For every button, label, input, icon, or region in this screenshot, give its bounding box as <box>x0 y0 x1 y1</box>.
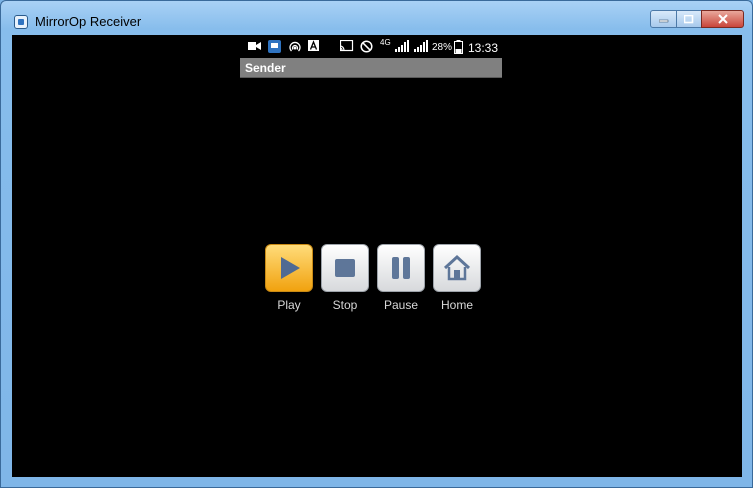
cast-icon <box>340 40 354 52</box>
play-icon <box>281 257 300 279</box>
network-type-label: 4G <box>380 38 391 47</box>
pause-label: Pause <box>383 298 419 312</box>
maximize-icon <box>684 14 694 23</box>
title-bar[interactable]: MirrorOp Receiver <box>1 1 752 35</box>
minimize-button[interactable] <box>650 10 677 28</box>
phone-status-bar: 4G 28% 13:33 <box>240 37 502 57</box>
hotspot-icon <box>289 41 301 52</box>
stop-button[interactable] <box>321 244 369 292</box>
app-window: MirrorOp Receiver 4G 28% 13:33 Sender Pl… <box>0 0 753 488</box>
maximize-button[interactable] <box>676 10 702 28</box>
battery-icon <box>454 40 463 54</box>
battery-percentage: 28% <box>432 42 453 53</box>
minimize-icon <box>658 19 668 23</box>
mirrored-screen[interactable]: 4G 28% 13:33 Sender Play Stop Pause Home <box>12 35 742 477</box>
sender-label: Sender <box>245 61 286 75</box>
play-label: Play <box>277 298 301 312</box>
home-button[interactable] <box>433 244 481 292</box>
block-icon <box>360 40 373 53</box>
video-icon <box>248 42 261 50</box>
signal-icon <box>395 40 409 52</box>
stop-icon <box>335 259 355 277</box>
sender-bar: Sender <box>240 58 502 78</box>
stop-label: Stop <box>332 298 358 312</box>
home-label: Home <box>440 298 473 312</box>
home-icon <box>443 254 471 281</box>
signal-icon <box>414 40 428 52</box>
window-title: MirrorOp Receiver <box>35 14 142 29</box>
close-icon <box>717 14 728 24</box>
pause-icon <box>392 257 410 279</box>
close-button[interactable] <box>701 10 744 28</box>
app-icon <box>268 40 281 53</box>
status-clock: 13:33 <box>467 41 498 55</box>
a-icon <box>308 40 319 51</box>
play-button[interactable] <box>265 244 313 292</box>
mirrorop-app-icon[interactable] <box>14 15 28 29</box>
pause-button[interactable] <box>377 244 425 292</box>
